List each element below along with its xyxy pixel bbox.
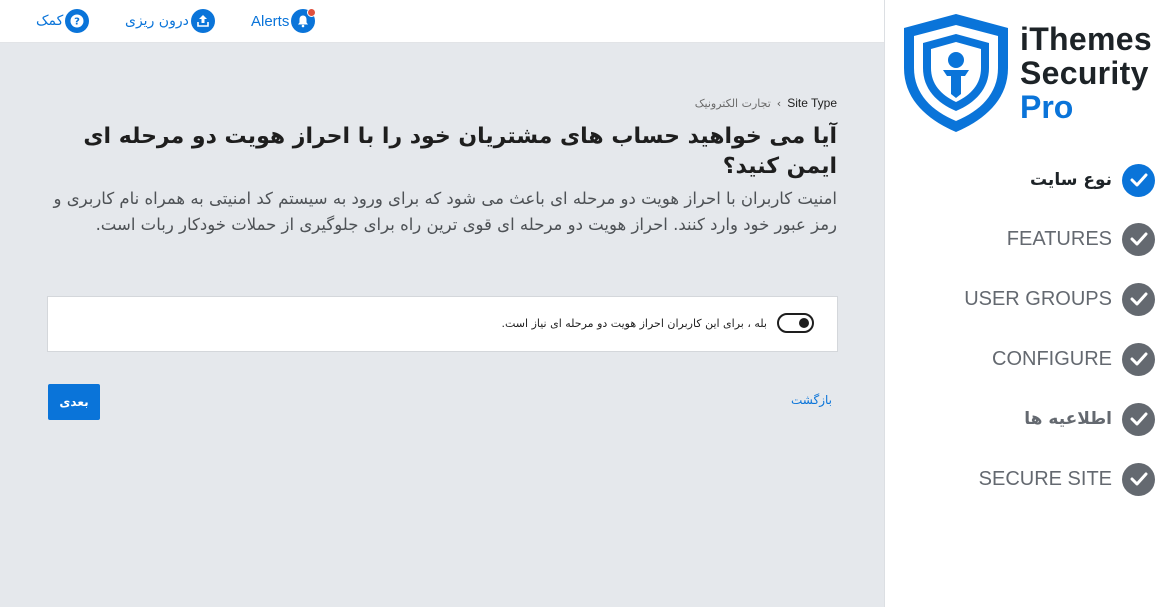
check-icon <box>1122 163 1155 197</box>
logo-text-line1: iThemes <box>1020 21 1152 57</box>
check-icon <box>1122 342 1155 376</box>
main-content: تجارت الکترونیک ‹ Site Type آیا می خواهی… <box>0 43 884 607</box>
two-factor-option-row: بله ، برای این کاربران احراز هویت دو مرح… <box>501 313 814 333</box>
step-label: USER GROUPS <box>964 287 1112 310</box>
step-label: نوع سایت <box>1029 170 1112 190</box>
logo-text-line3: Pro <box>1020 89 1074 125</box>
breadcrumb-current: Site Type <box>787 96 837 110</box>
top-bar: کمک ? درون ریزی Alerts <box>0 0 884 43</box>
app-window: کمک ? درون ریزی Alerts تجارت الکترونیک ‹… <box>0 0 1167 607</box>
shield-logo-icon <box>904 14 1008 132</box>
help-link[interactable]: کمک ? <box>36 8 90 34</box>
page-title: آیا می خواهید حساب های مشتریان خود را با… <box>83 124 837 179</box>
chevron-left-icon: ‹ <box>776 96 782 110</box>
svg-text:?: ? <box>74 17 80 28</box>
import-label: درون ریزی <box>125 13 189 29</box>
bell-icon <box>291 8 317 33</box>
two-factor-option-label: بله ، برای این کاربران احراز هویت دو مرح… <box>501 316 768 330</box>
upload-icon <box>190 9 215 33</box>
step-label: اطلاعیه ها <box>1024 409 1112 429</box>
check-icon <box>1122 282 1155 316</box>
sidebar: iThemes Security Pro نوع سایت FEATURES U… <box>884 0 1167 607</box>
step-site-type[interactable]: نوع سایت <box>1030 162 1155 198</box>
logo-text-line2: Security <box>1020 55 1149 91</box>
check-icon <box>1122 402 1155 436</box>
step-features[interactable]: FEATURES <box>1007 221 1155 257</box>
alerts-label: Alerts <box>251 12 290 30</box>
alerts-link[interactable]: Alerts <box>251 8 317 34</box>
step-secure-site[interactable]: SECURE SITE <box>979 461 1155 497</box>
step-label: CONFIGURE <box>992 347 1112 370</box>
back-link[interactable]: بازگشت <box>791 393 832 407</box>
step-label: FEATURES <box>1006 227 1112 250</box>
question-icon: ? <box>65 9 90 33</box>
check-icon <box>1122 462 1155 496</box>
check-icon <box>1122 222 1155 256</box>
help-label: کمک <box>36 13 64 29</box>
breadcrumb-previous[interactable]: تجارت الکترونیک <box>695 97 771 110</box>
next-button[interactable]: بعدی <box>48 384 100 420</box>
two-factor-toggle[interactable] <box>777 313 814 333</box>
step-notifications[interactable]: اطلاعیه ها <box>1024 401 1155 437</box>
toggle-knob <box>799 318 809 328</box>
step-label: SECURE SITE <box>978 467 1112 490</box>
breadcrumb: تجارت الکترونیک ‹ Site Type <box>695 96 837 110</box>
page-description: امنیت کاربران با احراز هویت دو مرحله ای … <box>53 189 838 234</box>
step-user-groups[interactable]: USER GROUPS <box>964 281 1155 317</box>
ithemes-security-pro-logo: iThemes Security Pro <box>900 12 1165 137</box>
two-factor-option-card: بله ، برای این کاربران احراز هویت دو مرح… <box>47 296 838 352</box>
logo-text: iThemes Security Pro <box>1020 22 1152 124</box>
alert-badge-dot <box>307 8 317 17</box>
import-link[interactable]: درون ریزی <box>125 8 215 34</box>
step-configure[interactable]: CONFIGURE <box>992 341 1155 377</box>
